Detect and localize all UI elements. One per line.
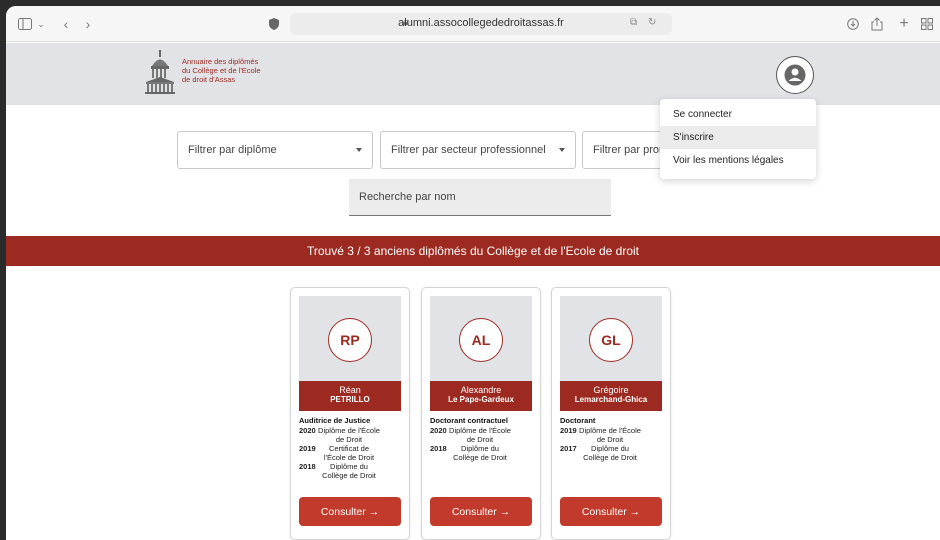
consult-button[interactable]: Consulter → [430, 497, 532, 526]
consult-button[interactable]: Consulter → [560, 497, 662, 526]
diploma-item: 2019 Certificat de l'École de Droit [299, 444, 403, 462]
diploma-list: 2019 Diplôme de l'École de Droit 2017 Dipl… [560, 426, 664, 463]
sector-filter-label: Filtrer par secteur professionnel [391, 144, 546, 156]
name-search-input[interactable]: Recherche par nom [349, 179, 611, 216]
diploma-year: 2019 [299, 444, 316, 453]
consult-button[interactable]: Consulter → [299, 497, 401, 526]
diploma-item: 2017 Diplôme du Collège de Droit [560, 444, 664, 462]
diploma-title: Diplôme du Collège de Droit [453, 444, 507, 462]
share-icon[interactable] [870, 15, 884, 33]
diploma-title: Diplôme de l'École de Droit [449, 426, 511, 444]
last-name: Le Pape-Gardeux [448, 395, 514, 404]
logo-line: Annuaire des diplômés [182, 57, 259, 66]
diploma-year: 2017 [560, 444, 577, 453]
site-logo-text[interactable]: Annuaire des diplômés du Collège et de l… [182, 57, 302, 84]
alumni-card: AL Alexandre Le Pape-Gardeux Doctorant c… [421, 287, 541, 540]
sector-filter-select[interactable]: Filtrer par secteur professionnel [380, 131, 576, 169]
diploma-filter-select[interactable]: Filtrer par diplôme [177, 131, 373, 169]
initials-avatar: GL [589, 318, 633, 362]
plus-icon[interactable]: + [898, 15, 910, 33]
card-photo-area: RP [299, 296, 401, 381]
site-header: Annuaire des diplômés du Collège et de l… [6, 43, 940, 105]
sidebar-icon[interactable] [18, 15, 32, 33]
diploma-title: Diplôme de l'École de Droit [579, 426, 641, 444]
user-dropdown-menu: Se connecter S'inscrire Voir les mention… [660, 99, 816, 179]
first-name: Alexandre [460, 385, 502, 395]
chevron-left-icon[interactable]: ‹ [60, 15, 72, 33]
card-photo-area: GL [560, 296, 662, 381]
diploma-title: Diplôme de l'École de Droit [318, 426, 380, 444]
logo-line: du Collège et de l'Ecole [182, 66, 261, 75]
alumni-card: RP Réan PETRILLO Auditrice de Justice 20… [290, 287, 410, 540]
browser-window: ⌄ ‹ › 🔒︎ alumni.assocollegededroitassas.… [6, 6, 940, 540]
download-icon[interactable] [846, 15, 860, 33]
job-title: Auditrice de Justice [299, 416, 371, 425]
diploma-title: Certificat de l'École de Droit [323, 444, 375, 462]
logo-line: de droit d'Assas [182, 75, 236, 84]
job-title: Doctorant contractuel [430, 416, 508, 425]
last-name: PETRILLO [330, 395, 370, 404]
diploma-item: 2018 Diplôme du Collège de Droit [299, 462, 403, 480]
initials-avatar: AL [459, 318, 503, 362]
diploma-list: 2020 Diplôme de l'École de Droit 2018 Dipl… [430, 426, 534, 463]
user-icon [784, 64, 806, 86]
building-logo-icon[interactable] [144, 50, 176, 94]
chevron-right-icon[interactable]: › [82, 15, 94, 33]
first-name: Grégoire [593, 385, 629, 395]
diploma-item: 2018 Diplôme du Collège de Droit [430, 444, 534, 462]
shield-icon[interactable] [268, 15, 280, 33]
menu-item-signup[interactable]: S'inscrire [660, 126, 816, 149]
diploma-year: 2018 [299, 462, 316, 471]
diploma-item: 2020 Diplôme de l'École de Droit [430, 426, 534, 444]
menu-item-login[interactable]: Se connecter [660, 103, 816, 126]
diploma-year: 2018 [430, 444, 447, 453]
initials-avatar: RP [328, 318, 372, 362]
name-band: Réan PETRILLO [299, 381, 401, 411]
name-band: Grégoire Lemarchand-Ghica [560, 381, 662, 411]
chevron-down-icon [559, 148, 565, 152]
address-bar[interactable]: 🔒︎ alumni.assocollegededroitassas.fr ⧉ ↻ [290, 13, 672, 35]
browser-toolbar: ⌄ ‹ › 🔒︎ alumni.assocollegededroitassas.… [6, 6, 940, 42]
diploma-list: 2020 Diplôme de l'École de Droit 2019 Cert… [299, 426, 403, 481]
diploma-item: 2019 Diplôme de l'École de Droit [560, 426, 664, 444]
diploma-year: 2020 [299, 426, 316, 435]
diploma-filter-label: Filtrer par diplôme [188, 144, 277, 156]
diploma-title: Diplôme du Collège de Droit [322, 462, 376, 480]
translate-icon[interactable]: ⧉ [630, 17, 637, 28]
menu-item-legal[interactable]: Voir les mentions légales [660, 149, 816, 172]
url-text: alumni.assocollegededroitassas.fr [398, 17, 564, 29]
card-photo-area: AL [430, 296, 532, 381]
diploma-year: 2019 [560, 426, 577, 435]
chevron-down-icon [356, 148, 362, 152]
search-placeholder: Recherche par nom [359, 191, 456, 203]
chevron-down-icon[interactable]: ⌄ [36, 15, 46, 33]
last-name: Lemarchand-Ghica [574, 395, 648, 404]
reload-icon[interactable]: ↻ [648, 17, 656, 28]
results-banner: Trouvé 3 / 3 anciens diplômés du Collège… [6, 236, 940, 266]
user-menu-button[interactable] [776, 56, 814, 94]
first-name: Réan [339, 385, 361, 395]
diploma-item: 2020 Diplôme de l'École de Droit [299, 426, 403, 444]
alumni-card: GL Grégoire Lemarchand-Ghica Doctorant 2… [551, 287, 671, 540]
tab-overview-icon[interactable] [920, 15, 934, 33]
results-count-text: Trouvé 3 / 3 anciens diplômés du Collège… [306, 244, 640, 258]
name-band: Alexandre Le Pape-Gardeux [430, 381, 532, 411]
diploma-year: 2020 [430, 426, 447, 435]
diploma-title: Diplôme du Collège de Droit [583, 444, 637, 462]
job-title: Doctorant [560, 416, 596, 425]
